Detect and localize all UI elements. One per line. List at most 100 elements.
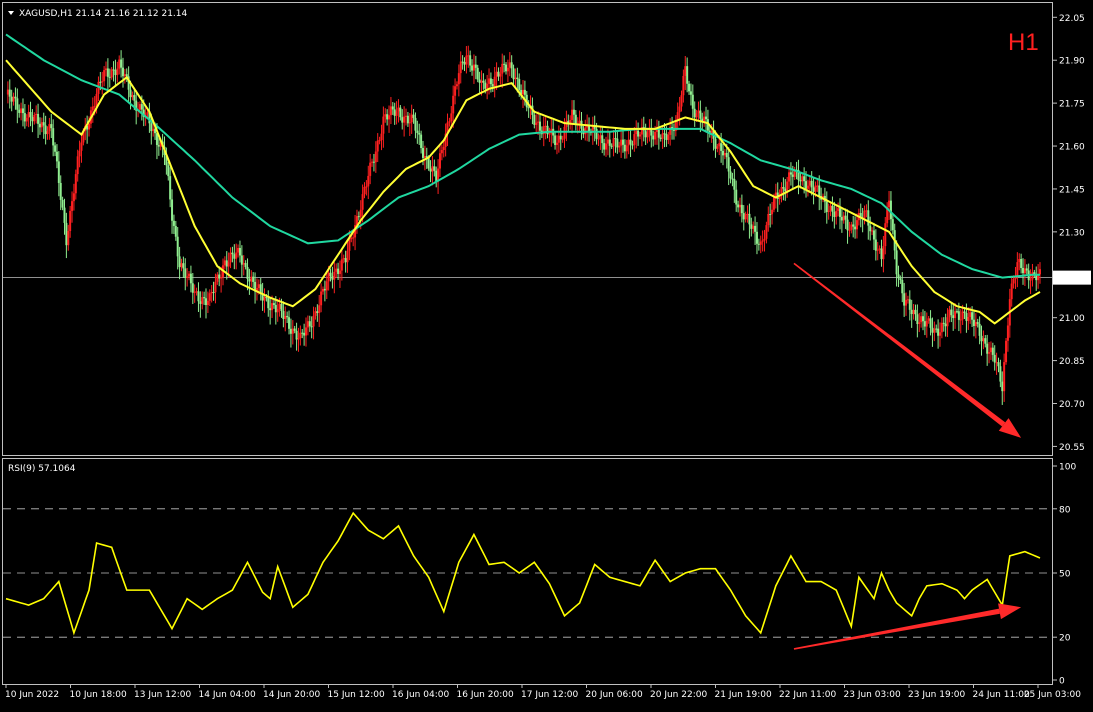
candle-bear <box>914 309 917 315</box>
candle-bear <box>435 170 438 182</box>
candle-bear <box>372 161 375 163</box>
candle-bear <box>846 219 849 231</box>
rsi-panel-frame <box>2 458 1053 685</box>
candle-bull <box>103 70 106 82</box>
candle-bull <box>216 274 219 282</box>
candle-bear <box>950 309 953 316</box>
candle-bull <box>389 106 392 116</box>
candle-bull <box>1031 272 1034 280</box>
candle-bull <box>78 150 81 157</box>
candle-bull <box>208 293 211 301</box>
candle-bull <box>25 117 28 122</box>
candle-bear <box>897 274 900 279</box>
candle-bull <box>105 68 108 71</box>
chart-canvas[interactable]: XAGUSD,H1 21.14 21.16 21.12 21.14 H1 RSI… <box>0 0 1093 708</box>
candle-bear <box>595 128 598 139</box>
candle-bull <box>646 132 649 138</box>
candle-bull <box>940 322 943 333</box>
symbol-dropdown-icon[interactable] <box>8 11 14 15</box>
candle-bear <box>722 150 725 156</box>
candle-bull <box>410 114 413 123</box>
candle-bull <box>486 83 489 89</box>
candle-bull <box>397 107 400 112</box>
candle-bull <box>69 210 72 232</box>
candle-bear <box>59 182 62 200</box>
candle-bear <box>731 178 734 180</box>
candle-bear <box>935 328 938 330</box>
candle-bear <box>665 133 668 140</box>
candle-bear <box>844 215 847 220</box>
candle-bear <box>838 208 841 217</box>
candle-bull <box>306 321 309 328</box>
candle-bull <box>333 271 336 280</box>
candle-bear <box>295 330 298 340</box>
candle-bear <box>980 335 983 342</box>
candle-bear <box>891 219 894 231</box>
candle-bear <box>869 225 872 232</box>
time-tick-label: 24 Jun 11:00 <box>973 690 1030 700</box>
candle-bear <box>125 74 128 77</box>
candle-bear <box>614 138 617 140</box>
candle-bull <box>633 134 636 145</box>
candle-bull <box>206 300 209 305</box>
candle-bear <box>197 291 200 302</box>
candle-bull <box>395 111 398 116</box>
candle-bull <box>297 338 300 340</box>
candle-bull <box>384 114 387 117</box>
candle-bear <box>178 256 181 268</box>
candle-bear <box>659 137 662 139</box>
candle-bull <box>250 276 253 282</box>
candle-bear <box>484 82 487 89</box>
candle-bear <box>1020 259 1023 268</box>
candle-bull <box>876 249 879 251</box>
candle-bull <box>514 77 517 80</box>
candle-bull <box>80 142 83 151</box>
candle-bull <box>454 86 457 96</box>
candle-bull <box>138 104 141 110</box>
candle-bear <box>603 143 606 150</box>
candle-bull <box>33 115 36 122</box>
candle-bull <box>806 185 809 189</box>
candle-bull <box>1006 325 1009 341</box>
candle-bear <box>129 89 132 98</box>
trading-chart[interactable]: XAGUSD,H1 21.14 21.16 21.12 21.14 H1 RSI… <box>0 0 1093 708</box>
candle-bear <box>616 138 619 148</box>
candle-bear <box>482 80 485 83</box>
candle-bear <box>471 65 474 71</box>
candle-bull <box>765 225 768 239</box>
candle-bull <box>352 237 355 239</box>
candle-bear <box>106 68 109 77</box>
candle-bear <box>955 311 958 313</box>
candle-bull <box>855 220 858 230</box>
candle-bull <box>933 328 936 333</box>
candle-bull <box>408 122 411 124</box>
candle-bear <box>65 222 68 246</box>
candle-bear <box>889 200 892 220</box>
candle-bull <box>850 224 853 230</box>
candle-bull <box>537 121 540 123</box>
candle-bear <box>523 89 526 95</box>
candle-bull <box>638 134 641 137</box>
candle-bull <box>493 76 496 87</box>
candle-bear <box>733 178 736 190</box>
rsi-up-arrow-shaft <box>793 608 1000 650</box>
candle-bull <box>123 74 126 77</box>
candle-bull <box>363 186 366 195</box>
candle-bull <box>848 229 851 231</box>
candle-bull <box>350 238 353 240</box>
candle-bull <box>321 288 324 292</box>
candle-bull <box>605 143 608 150</box>
candle-bear <box>176 236 179 257</box>
candle-bull <box>501 63 504 74</box>
candle-bear <box>867 210 870 226</box>
candle-bear <box>895 250 898 275</box>
candle-bear <box>810 180 813 188</box>
candle-bull <box>442 146 445 151</box>
candle-bull <box>342 258 345 260</box>
candle-bear <box>691 94 694 109</box>
candle-bull <box>388 115 391 120</box>
candle-bull <box>578 120 581 124</box>
candle-bull <box>697 110 700 114</box>
candle-bear <box>735 189 738 205</box>
candle-bear <box>393 109 396 116</box>
